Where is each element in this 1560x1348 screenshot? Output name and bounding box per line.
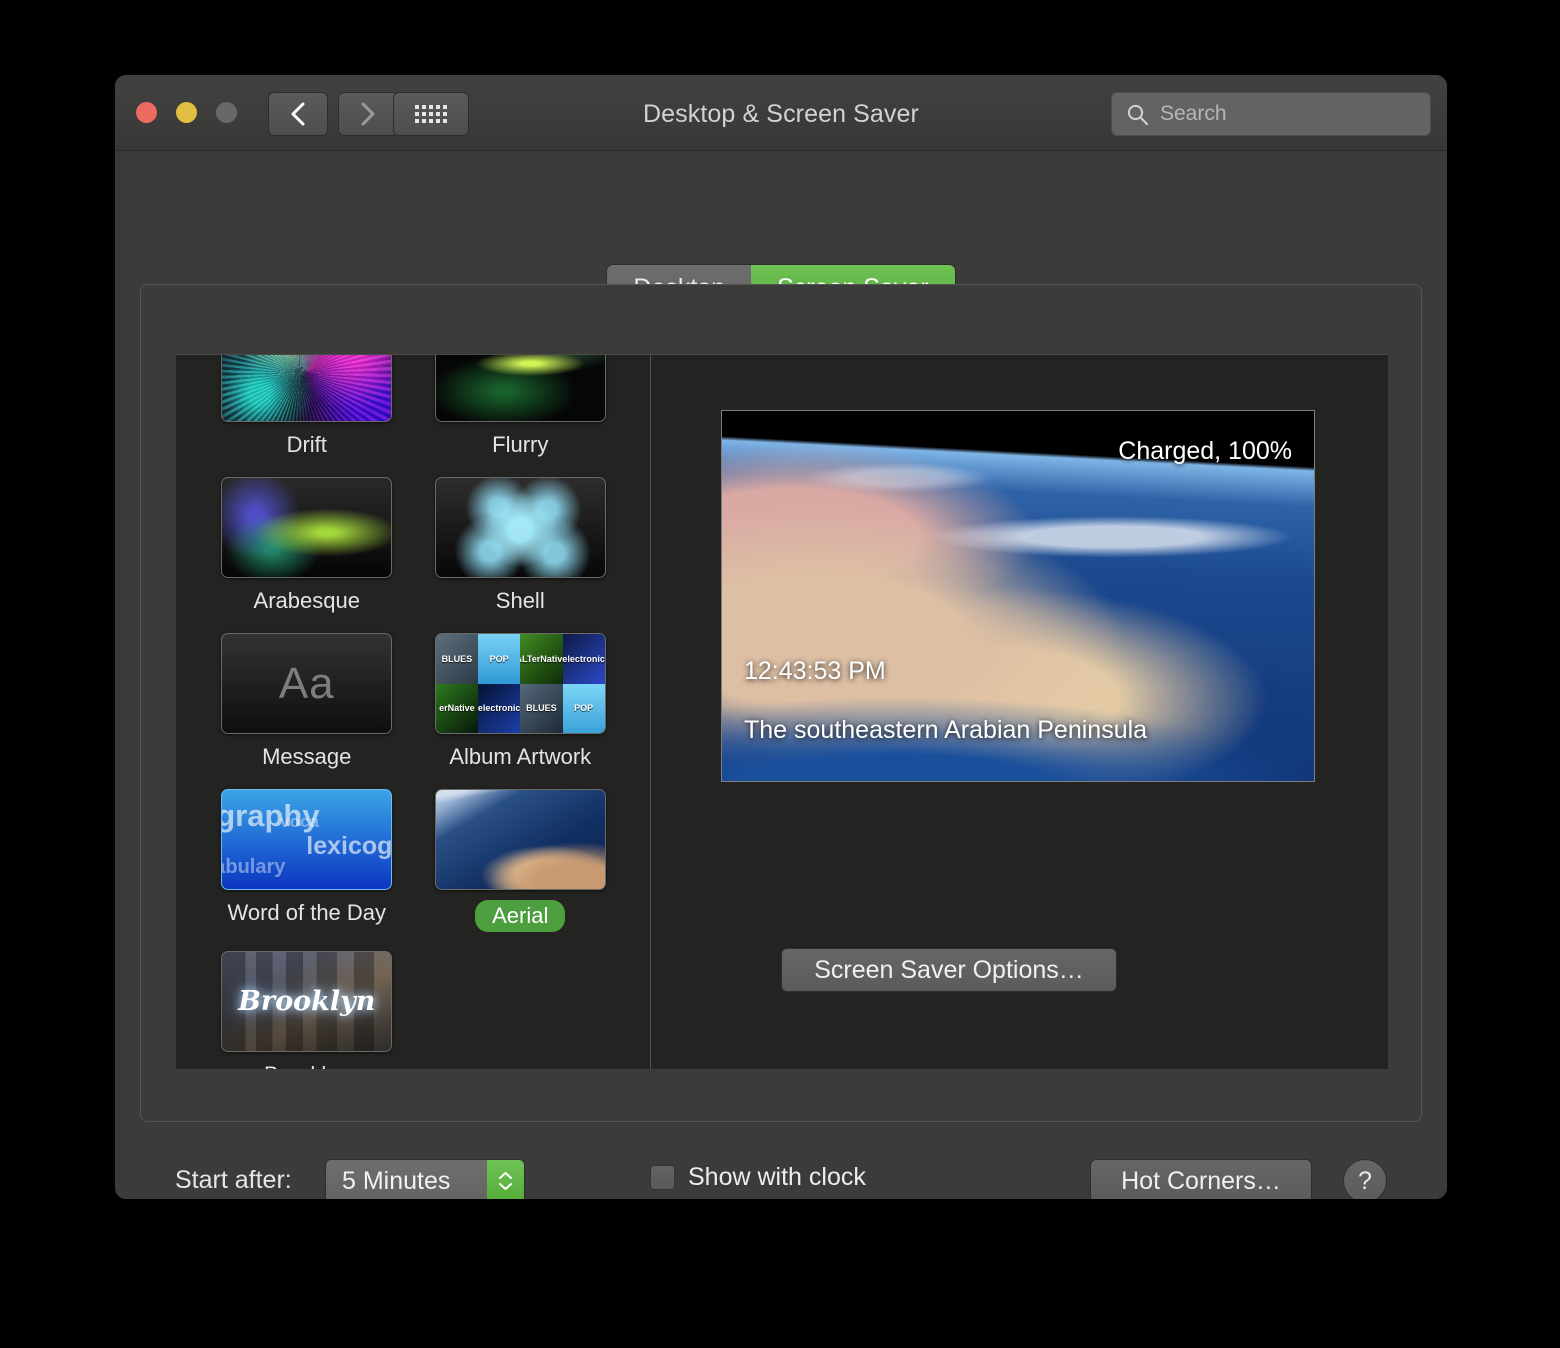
album-tile: BLUES — [520, 683, 563, 733]
album-tile: electronic — [562, 634, 605, 684]
search-placeholder: Search — [1160, 102, 1227, 125]
screen-saver-name: Brooklyn — [264, 1062, 350, 1069]
preview-caption: The southeastern Arabian Peninsula — [744, 716, 1148, 744]
screen-saver-name: Word of the Day — [227, 900, 387, 925]
screen-saver-item-brooklyn[interactable]: Brooklyn Brooklyn — [200, 951, 414, 1069]
brooklyn-sign-text: Brooklyn — [238, 986, 376, 1017]
start-after-popup[interactable]: 5 Minutes — [325, 1159, 525, 1199]
footer-controls: Start after: 5 Minutes Show with clock H… — [115, 1151, 1447, 1199]
screen-saver-name: Message — [262, 744, 352, 769]
screen-saver-name-selected: Aerial — [475, 900, 566, 932]
screen-saver-thumbnail[interactable]: graphy lexicog voca abulary — [221, 789, 393, 890]
start-after-label: Start after: — [175, 1166, 292, 1194]
preview-battery-status: Charged, 100% — [1118, 437, 1292, 465]
screen-saver-item-message[interactable]: Aa Message — [200, 633, 414, 770]
word-fragment: abulary — [221, 856, 286, 878]
preferences-panel: Drift Flurry Arabesque Shell Aa Message … — [140, 284, 1422, 1122]
show-with-clock-row: Show with clock — [650, 1163, 866, 1192]
chevron-up-icon — [499, 1172, 512, 1179]
help-button[interactable]: ? — [1343, 1159, 1387, 1199]
show-with-clock-checkbox[interactable]: Show with clock — [650, 1163, 866, 1192]
screen-saver-name: Drift — [286, 432, 327, 457]
screen-saver-thumbnail[interactable] — [434, 477, 606, 578]
album-tile: erNative — [435, 683, 478, 733]
screen-saver-thumbnail[interactable] — [221, 355, 393, 422]
screen-saver-preview: Charged, 100% 12:43:53 PM The southeaste… — [721, 410, 1315, 782]
screen-saver-list[interactable]: Drift Flurry Arabesque Shell Aa Message … — [176, 355, 651, 1069]
screen-saver-item-shell[interactable]: Shell — [414, 477, 628, 614]
word-fragment: lexicog — [306, 832, 393, 860]
search-field[interactable]: Search — [1111, 92, 1431, 136]
screen-saver-thumbnail[interactable]: BLUES POP ALTerNative electronic erNativ… — [434, 633, 606, 734]
album-tile: BLUES — [435, 634, 478, 684]
screen-saver-item-drift[interactable]: Drift — [200, 355, 414, 458]
screen-saver-item-flurry[interactable]: Flurry — [414, 355, 628, 458]
search-icon — [1127, 104, 1149, 125]
preview-clock: 12:43:53 PM — [744, 657, 886, 685]
chevron-down-icon — [499, 1183, 512, 1190]
preview-column: Charged, 100% 12:43:53 PM The southeaste… — [651, 355, 1388, 1069]
screen-saver-thumbnail[interactable]: Aa — [221, 633, 393, 734]
checkbox-box[interactable] — [650, 1165, 675, 1190]
checkbox-label: Show with clock — [688, 1163, 866, 1191]
album-tile: ALTerNative — [520, 634, 563, 684]
window-titlebar: Desktop & Screen Saver Search — [115, 75, 1447, 151]
screen-saver-item-album-artwork[interactable]: BLUES POP ALTerNative electronic erNativ… — [414, 633, 628, 770]
album-tile: electronic — [478, 683, 521, 733]
screen-saver-content: Drift Flurry Arabesque Shell Aa Message … — [176, 354, 1388, 1069]
start-after-value: 5 Minutes — [342, 1166, 451, 1195]
screen-saver-name: Arabesque — [253, 588, 360, 613]
screen-saver-thumbnail[interactable]: Brooklyn — [221, 951, 393, 1052]
screen-saver-name: Album Artwork — [449, 744, 592, 769]
screen-saver-item-aerial[interactable]: Aerial — [414, 789, 628, 932]
screen-saver-options-button[interactable]: Screen Saver Options… — [781, 948, 1117, 992]
message-sample-text: Aa — [278, 658, 335, 708]
system-preferences-window: Desktop & Screen Saver Search Desktop Sc… — [115, 75, 1447, 1199]
album-tile: POP — [562, 683, 605, 733]
window-body: Desktop Screen Saver Drift Flurry — [115, 151, 1447, 1199]
screen-saver-item-word-of-the-day[interactable]: graphy lexicog voca abulary Word of the … — [200, 789, 414, 932]
screen-saver-thumbnail[interactable] — [221, 477, 393, 578]
screen-saver-name: Shell — [495, 588, 545, 613]
screen-saver-grid: Drift Flurry Arabesque Shell Aa Message … — [176, 355, 650, 1069]
hot-corners-button[interactable]: Hot Corners… — [1090, 1159, 1312, 1199]
word-fragment: voca — [280, 812, 319, 831]
start-after-stepper[interactable] — [487, 1160, 524, 1199]
screen-saver-thumbnail[interactable] — [434, 789, 606, 890]
screen-saver-thumbnail[interactable] — [434, 355, 606, 422]
album-tile: POP — [478, 634, 521, 684]
screen-saver-item-arabesque[interactable]: Arabesque — [200, 477, 414, 614]
screen-saver-name: Flurry — [492, 432, 549, 457]
